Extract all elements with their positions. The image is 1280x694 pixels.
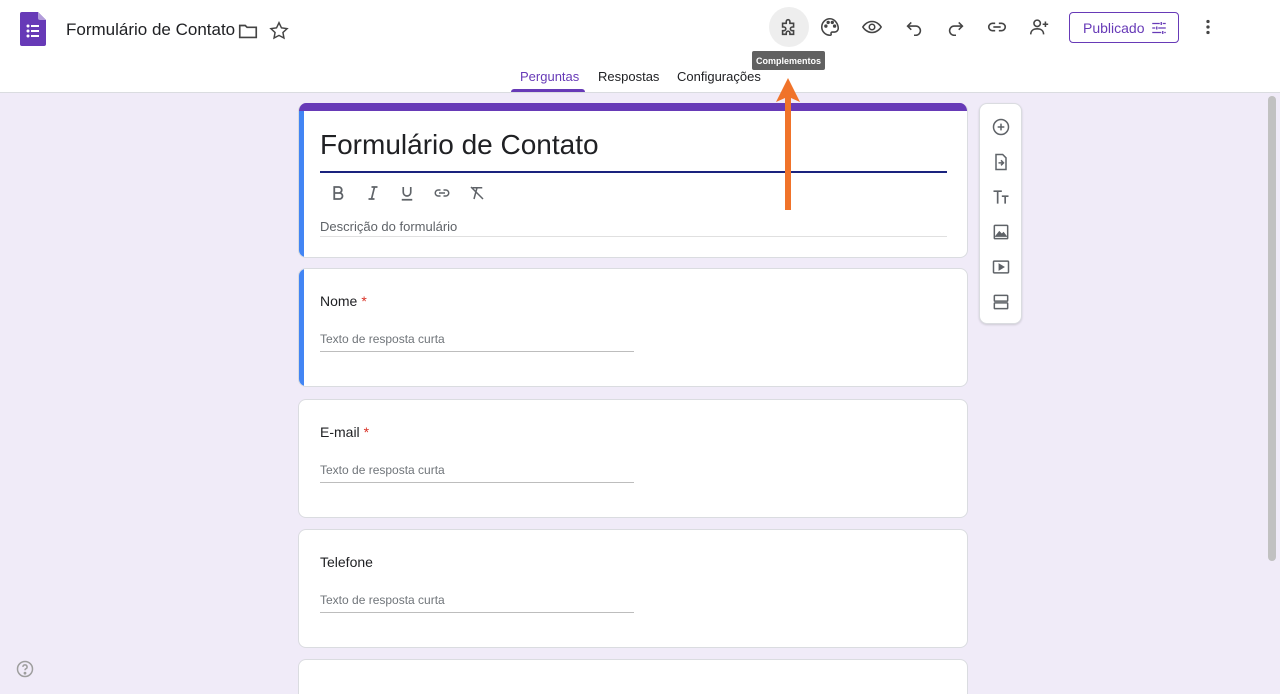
forms-logo-icon[interactable]	[20, 12, 46, 46]
question-title: Nome *	[320, 293, 367, 309]
answer-underline	[320, 612, 634, 613]
tab-respostas[interactable]: Respostas	[598, 69, 659, 84]
side-toolbar	[979, 103, 1022, 324]
tab-perguntas[interactable]: Perguntas	[520, 69, 579, 84]
active-tab-indicator	[511, 89, 585, 92]
clear-format-icon[interactable]	[465, 181, 489, 205]
short-answer-placeholder: Texto de resposta curta	[320, 593, 445, 607]
preview-eye-icon[interactable]	[852, 7, 892, 47]
short-answer-placeholder: Texto de resposta curta	[320, 463, 445, 477]
question-label: Telefone	[320, 554, 373, 570]
document-title[interactable]: Formulário de Contato	[66, 20, 235, 40]
question-label: E-mail	[320, 424, 360, 440]
tune-icon	[1152, 22, 1166, 34]
question-card-nome[interactable]: Nome * Texto de resposta curta	[298, 268, 968, 387]
form-description[interactable]: Descrição do formulário	[320, 219, 457, 234]
insert-link-icon[interactable]	[430, 181, 454, 205]
active-accent	[299, 269, 304, 386]
title-underline	[320, 171, 947, 173]
answer-underline	[320, 482, 634, 483]
annotation-arrow	[776, 78, 800, 210]
scrollbar[interactable]	[1268, 96, 1276, 561]
tab-configuracoes[interactable]: Configurações	[677, 69, 761, 84]
theme-strip	[299, 103, 967, 111]
add-title-icon[interactable]	[989, 185, 1013, 209]
active-accent	[299, 111, 304, 257]
form-header-card[interactable]: Formulário de Contato Descrição do formu…	[298, 103, 968, 258]
add-video-icon[interactable]	[989, 255, 1013, 279]
tab-bar: Perguntas Respostas Configurações	[0, 62, 1280, 93]
question-title: Telefone	[320, 554, 373, 570]
question-title: E-mail *	[320, 424, 369, 440]
app-header: Formulário de Contato Publicado Pergunta…	[0, 0, 1280, 93]
add-collaborator-icon[interactable]	[1019, 7, 1059, 47]
import-questions-icon[interactable]	[989, 150, 1013, 174]
addons-tooltip: Complementos	[752, 51, 825, 70]
short-answer-placeholder: Texto de resposta curta	[320, 332, 445, 346]
redo-icon[interactable]	[936, 7, 976, 47]
add-question-icon[interactable]	[989, 115, 1013, 139]
form-title[interactable]: Formulário de Contato	[320, 129, 599, 161]
palette-icon[interactable]	[810, 7, 850, 47]
link-icon[interactable]	[977, 7, 1017, 47]
undo-icon[interactable]	[894, 7, 934, 47]
publish-button[interactable]: Publicado	[1069, 12, 1179, 43]
question-card-telefone[interactable]: Telefone Texto de resposta curta	[298, 529, 968, 648]
required-mark: *	[363, 424, 370, 440]
question-label: Nome	[320, 293, 358, 309]
bold-icon[interactable]	[326, 181, 350, 205]
add-image-icon[interactable]	[989, 220, 1013, 244]
underline-icon[interactable]	[395, 181, 419, 205]
question-card-email[interactable]: E-mail * Texto de resposta curta	[298, 399, 968, 518]
more-vert-icon[interactable]	[1188, 7, 1228, 47]
puzzle-icon	[778, 16, 800, 38]
publish-label: Publicado	[1083, 19, 1145, 36]
italic-icon[interactable]	[361, 181, 385, 205]
description-underline	[320, 236, 947, 237]
addons-button[interactable]	[769, 7, 809, 47]
star-icon[interactable]	[259, 11, 299, 51]
add-section-icon[interactable]	[989, 290, 1013, 314]
question-card-next[interactable]	[298, 659, 968, 694]
required-mark: *	[361, 293, 367, 309]
help-icon[interactable]	[15, 659, 35, 679]
answer-underline	[320, 351, 634, 352]
